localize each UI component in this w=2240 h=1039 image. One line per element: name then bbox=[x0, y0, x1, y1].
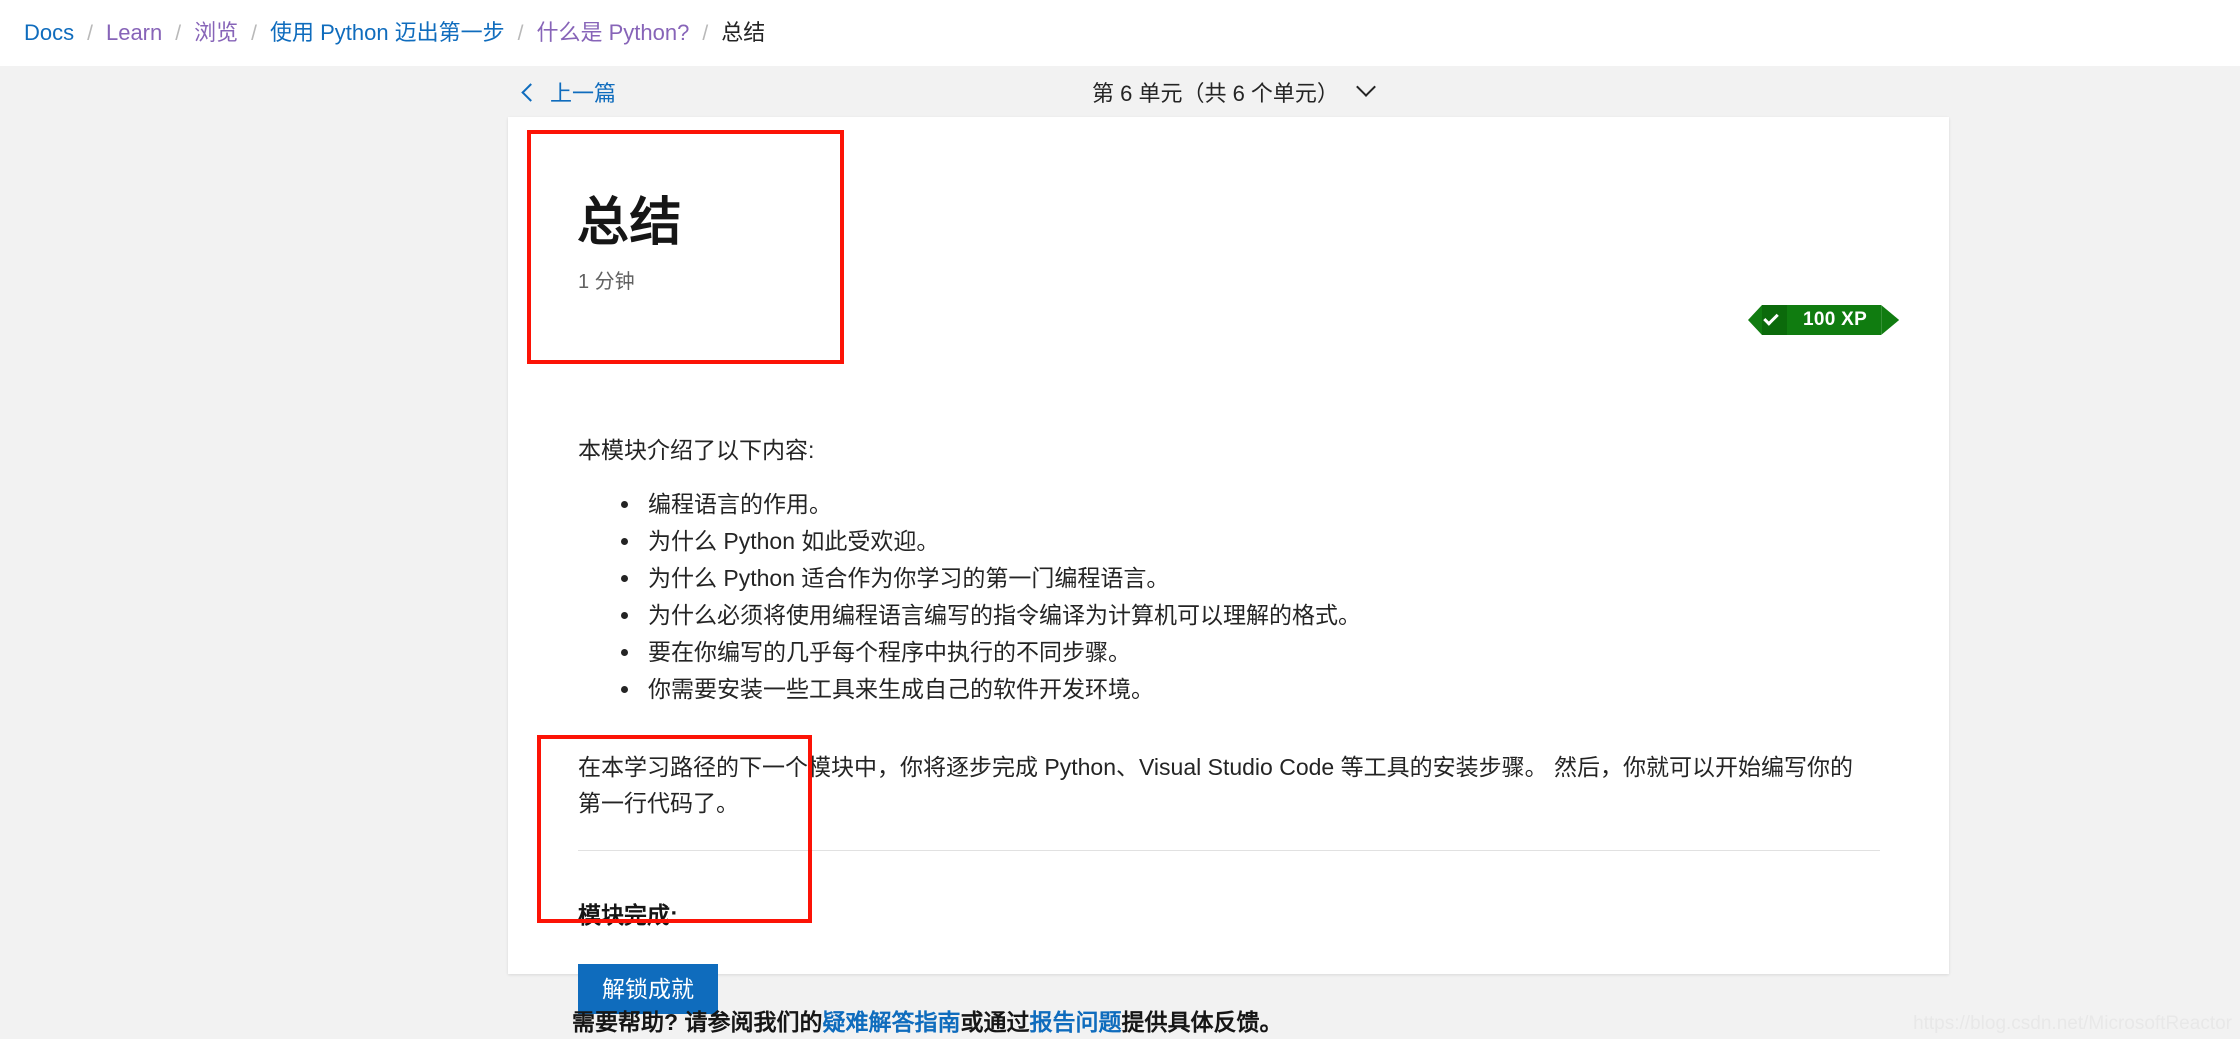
troubleshooting-guide-link[interactable]: 疑难解答指南 bbox=[822, 1009, 960, 1035]
chevron-left-icon bbox=[521, 82, 540, 102]
module-completion-heading: 模块完成: bbox=[578, 902, 678, 928]
previous-unit-label: 上一篇 bbox=[550, 81, 617, 106]
unit-selector-dropdown[interactable]: 第 6 单元（共 6 个单元） bbox=[1092, 76, 1376, 108]
chevron-down-icon bbox=[1356, 77, 1376, 97]
report-problem-link[interactable]: 报告问题 bbox=[1029, 1009, 1121, 1035]
xp-badge-right-point bbox=[1881, 305, 1900, 335]
closing-paragraph: 在本学习路径的下一个模块中，你将逐步完成 Python、Visual Studi… bbox=[578, 754, 1853, 816]
xp-badge-check-area bbox=[1762, 305, 1787, 335]
list-item: 你需要安装一些工具来生成自己的软件开发环境。 bbox=[642, 678, 1361, 701]
footer-help-suffix: 提供具体反馈。 bbox=[1121, 1009, 1283, 1035]
list-item: 为什么 Python 如此受欢迎。 bbox=[642, 530, 1361, 553]
page-root: Docs / Learn / 浏览 / 使用 Python 迈出第一步 / 什么… bbox=[0, 0, 2240, 1039]
breadcrumb-item-browse[interactable]: 浏览 bbox=[194, 22, 238, 44]
list-item: 为什么必须将使用编程语言编写的指令编译为计算机可以理解的格式。 bbox=[642, 604, 1361, 627]
footer-help-prefix: 需要帮助? 请参阅我们的 bbox=[572, 1009, 823, 1035]
unit-selector-label: 第 6 单元（共 6 个单元） bbox=[1092, 81, 1339, 106]
unit-navigation-bar: 上一篇 第 6 单元（共 6 个单元） bbox=[0, 66, 2240, 117]
read-time-label: 1 分钟 bbox=[578, 271, 635, 293]
breadcrumb: Docs / Learn / 浏览 / 使用 Python 迈出第一步 / 什么… bbox=[24, 22, 765, 44]
xp-badge-label: 100 XP bbox=[1787, 305, 1882, 335]
breadcrumb-separator: / bbox=[87, 21, 93, 45]
breadcrumb-bar: Docs / Learn / 浏览 / 使用 Python 迈出第一步 / 什么… bbox=[0, 0, 2240, 66]
xp-badge: 100 XP bbox=[1748, 305, 1900, 335]
footer-help-middle: 或通过 bbox=[960, 1009, 1030, 1035]
xp-badge-left-point bbox=[1748, 305, 1762, 335]
check-icon bbox=[1763, 310, 1779, 326]
unit-content-card: 总结 1 分钟 100 XP 本模块介绍了以下内容: 编程语言的作用。 为什么 … bbox=[508, 117, 1949, 1015]
intro-paragraph: 本模块介绍了以下内容: bbox=[578, 437, 815, 463]
breadcrumb-item-learn[interactable]: Learn bbox=[106, 22, 162, 44]
list-item: 为什么 Python 适合作为你学习的第一门编程语言。 bbox=[642, 567, 1361, 590]
breadcrumb-item-python-first-steps[interactable]: 使用 Python 迈出第一步 bbox=[270, 22, 505, 44]
previous-unit-link[interactable]: 上一篇 bbox=[521, 76, 617, 108]
list-item: 要在你编写的几乎每个程序中执行的不同步骤。 bbox=[642, 641, 1361, 664]
breadcrumb-separator: / bbox=[175, 21, 182, 45]
page-title: 总结 bbox=[577, 194, 683, 252]
watermark: https://blog.csdn.net/MicrosoftReactor bbox=[1913, 1013, 2232, 1034]
breadcrumb-separator: / bbox=[702, 21, 709, 45]
breadcrumb-separator: / bbox=[517, 21, 524, 45]
breadcrumb-item-docs[interactable]: Docs bbox=[24, 22, 74, 44]
summary-bullet-list: 编程语言的作用。 为什么 Python 如此受欢迎。 为什么 Python 适合… bbox=[612, 493, 1361, 715]
list-item: 编程语言的作用。 bbox=[642, 493, 1361, 516]
breadcrumb-item-what-is-python[interactable]: 什么是 Python? bbox=[537, 22, 690, 44]
breadcrumb-item-summary: 总结 bbox=[721, 20, 766, 45]
section-divider bbox=[578, 850, 1880, 851]
breadcrumb-separator: / bbox=[251, 21, 257, 45]
footer-help-text: 需要帮助? 请参阅我们的疑难解答指南或通过报告问题提供具体反馈。 bbox=[572, 1003, 1282, 1037]
